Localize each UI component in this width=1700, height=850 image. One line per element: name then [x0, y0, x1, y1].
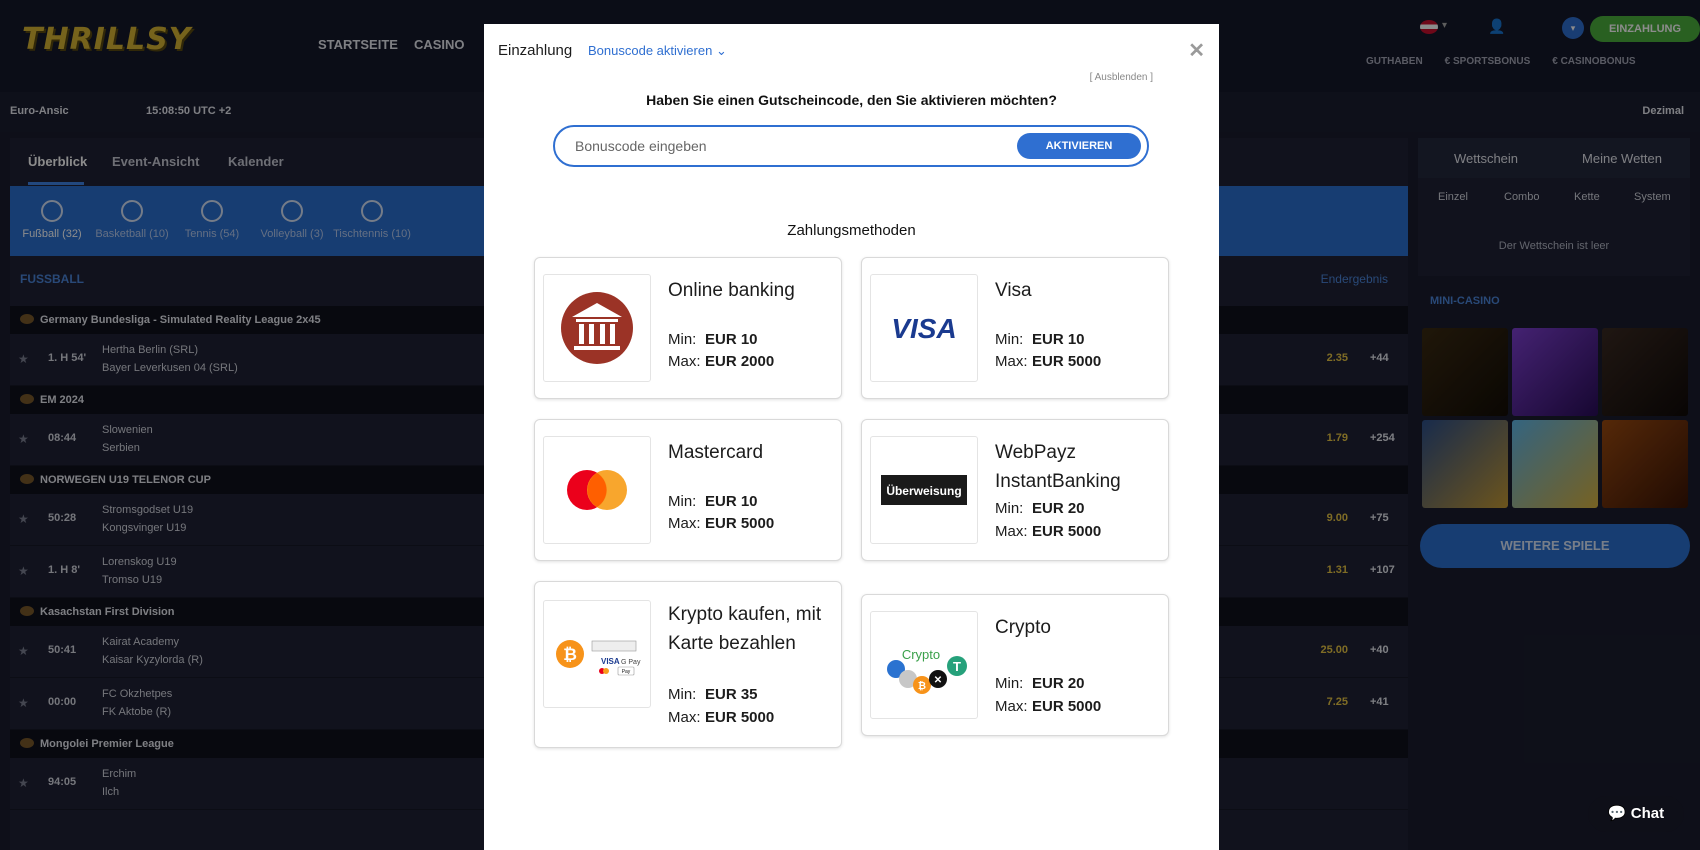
svg-text:✕: ✕: [934, 675, 942, 686]
payment-method-webpayz[interactable]: Überweisung WebPayz InstantBanking Min: E…: [861, 419, 1169, 561]
svg-text:Pay: Pay: [622, 669, 631, 675]
method-min: Min: EUR 35: [668, 686, 758, 703]
min-label: Min:: [995, 675, 1024, 692]
payment-method-mastercard[interactable]: Mastercard Min: EUR 10 Max: EUR 5000: [534, 419, 842, 561]
chevron-down-icon: ⌄: [715, 43, 727, 58]
max-label: Max:: [668, 515, 701, 532]
max-value: EUR 5000: [1032, 353, 1102, 370]
method-min: Min: EUR 20: [995, 675, 1085, 692]
min-value: EUR 20: [1032, 675, 1085, 692]
method-max: Max: EUR 5000: [995, 353, 1101, 370]
payment-method-crypto-card[interactable]: ₿ VISA G Pay Pay Krypto kaufen, mit Kart…: [534, 581, 842, 748]
chat-icon: 💬: [1607, 805, 1627, 822]
max-label: Max:: [668, 709, 701, 726]
hide-link[interactable]: [ Ausblenden ]: [1090, 72, 1153, 83]
min-value: EUR 20: [1032, 500, 1085, 517]
min-label: Min:: [668, 493, 697, 510]
modal-title: Einzahlung: [498, 42, 573, 59]
bonus-code-toggle-label: Bonuscode aktivieren: [588, 43, 713, 58]
min-label: Min:: [995, 331, 1024, 348]
svg-text:T: T: [953, 659, 961, 674]
max-value: EUR 5000: [1032, 523, 1102, 540]
ueberweisung-logo: Überweisung: [870, 436, 978, 544]
crypto-card-logo: ₿ VISA G Pay Pay: [543, 600, 651, 708]
method-name: Krypto kaufen, mit Karte bezahlen: [668, 604, 822, 654]
max-value: EUR 5000: [705, 709, 775, 726]
max-label: Max:: [668, 353, 701, 370]
method-max: Max: EUR 5000: [995, 698, 1101, 715]
svg-text:VISA: VISA: [891, 313, 956, 344]
svg-text:G Pay: G Pay: [621, 659, 641, 666]
method-max: Max: EUR 5000: [668, 709, 774, 726]
svg-text:₿: ₿: [563, 645, 577, 664]
max-value: EUR 2000: [705, 353, 775, 370]
method-min: Min: EUR 10: [668, 331, 758, 348]
method-max: Max: EUR 5000: [995, 523, 1101, 540]
crypto-logo-text: Crypto: [902, 647, 940, 662]
crypto-logo: Crypto T ₿ ✕: [870, 611, 978, 719]
min-value: EUR 10: [1032, 331, 1085, 348]
min-label: Min:: [995, 500, 1024, 517]
method-name: Crypto: [995, 617, 1051, 638]
min-value: EUR 10: [705, 331, 758, 348]
payment-method-online-banking[interactable]: Online banking Min: EUR 10 Max: EUR 2000: [534, 257, 842, 399]
bonus-code-toggle[interactable]: Bonuscode aktivieren ⌄: [588, 43, 727, 59]
min-label: Min:: [668, 331, 697, 348]
max-value: EUR 5000: [705, 515, 775, 532]
max-label: Max:: [995, 698, 1028, 715]
method-min: Min: EUR 20: [995, 500, 1085, 517]
payment-method-visa[interactable]: VISA Visa Min: EUR 10 Max: EUR 5000: [861, 257, 1169, 399]
bonus-code-input[interactable]: [575, 136, 995, 156]
min-value: EUR 35: [705, 686, 758, 703]
payment-methods-title: Zahlungsmethoden: [787, 222, 916, 239]
chat-label: Chat: [1630, 805, 1665, 822]
payment-method-crypto[interactable]: Crypto T ₿ ✕ Crypto Min: EUR 20 Max: EUR 5…: [861, 594, 1169, 736]
method-name: WebPayz InstantBanking: [995, 442, 1121, 492]
method-name: Mastercard: [668, 442, 764, 463]
method-max: Max: EUR 5000: [668, 515, 774, 532]
visa-logo: VISA: [870, 274, 978, 382]
method-min: Min: EUR 10: [995, 331, 1085, 348]
svg-text:VISA: VISA: [601, 657, 620, 666]
activate-button[interactable]: AKTIVIEREN: [1017, 133, 1141, 159]
method-min: Min: EUR 10: [668, 493, 758, 510]
min-label: Min:: [668, 686, 697, 703]
mastercard-logo: [543, 436, 651, 544]
min-value: EUR 10: [705, 493, 758, 510]
bonus-code-field: AKTIVIEREN: [553, 125, 1149, 167]
method-max: Max: EUR 2000: [668, 353, 774, 370]
close-icon[interactable]: ✕: [1188, 38, 1205, 63]
method-name: Online banking: [668, 280, 795, 301]
svg-text:₿: ₿: [918, 680, 926, 692]
max-label: Max:: [995, 523, 1028, 540]
max-label: Max:: [995, 353, 1028, 370]
bank-icon: [543, 274, 651, 382]
bonus-question: Haben Sie einen Gutscheincode, den Sie a…: [646, 92, 1057, 108]
deposit-modal: Einzahlung Bonuscode aktivieren ⌄ ✕ [ Au…: [484, 24, 1219, 850]
ueberweisung-logo-text: Überweisung: [886, 483, 961, 498]
chat-button[interactable]: 💬 Chat: [1588, 796, 1684, 832]
max-value: EUR 5000: [1032, 698, 1102, 715]
method-name: Visa: [995, 280, 1032, 301]
